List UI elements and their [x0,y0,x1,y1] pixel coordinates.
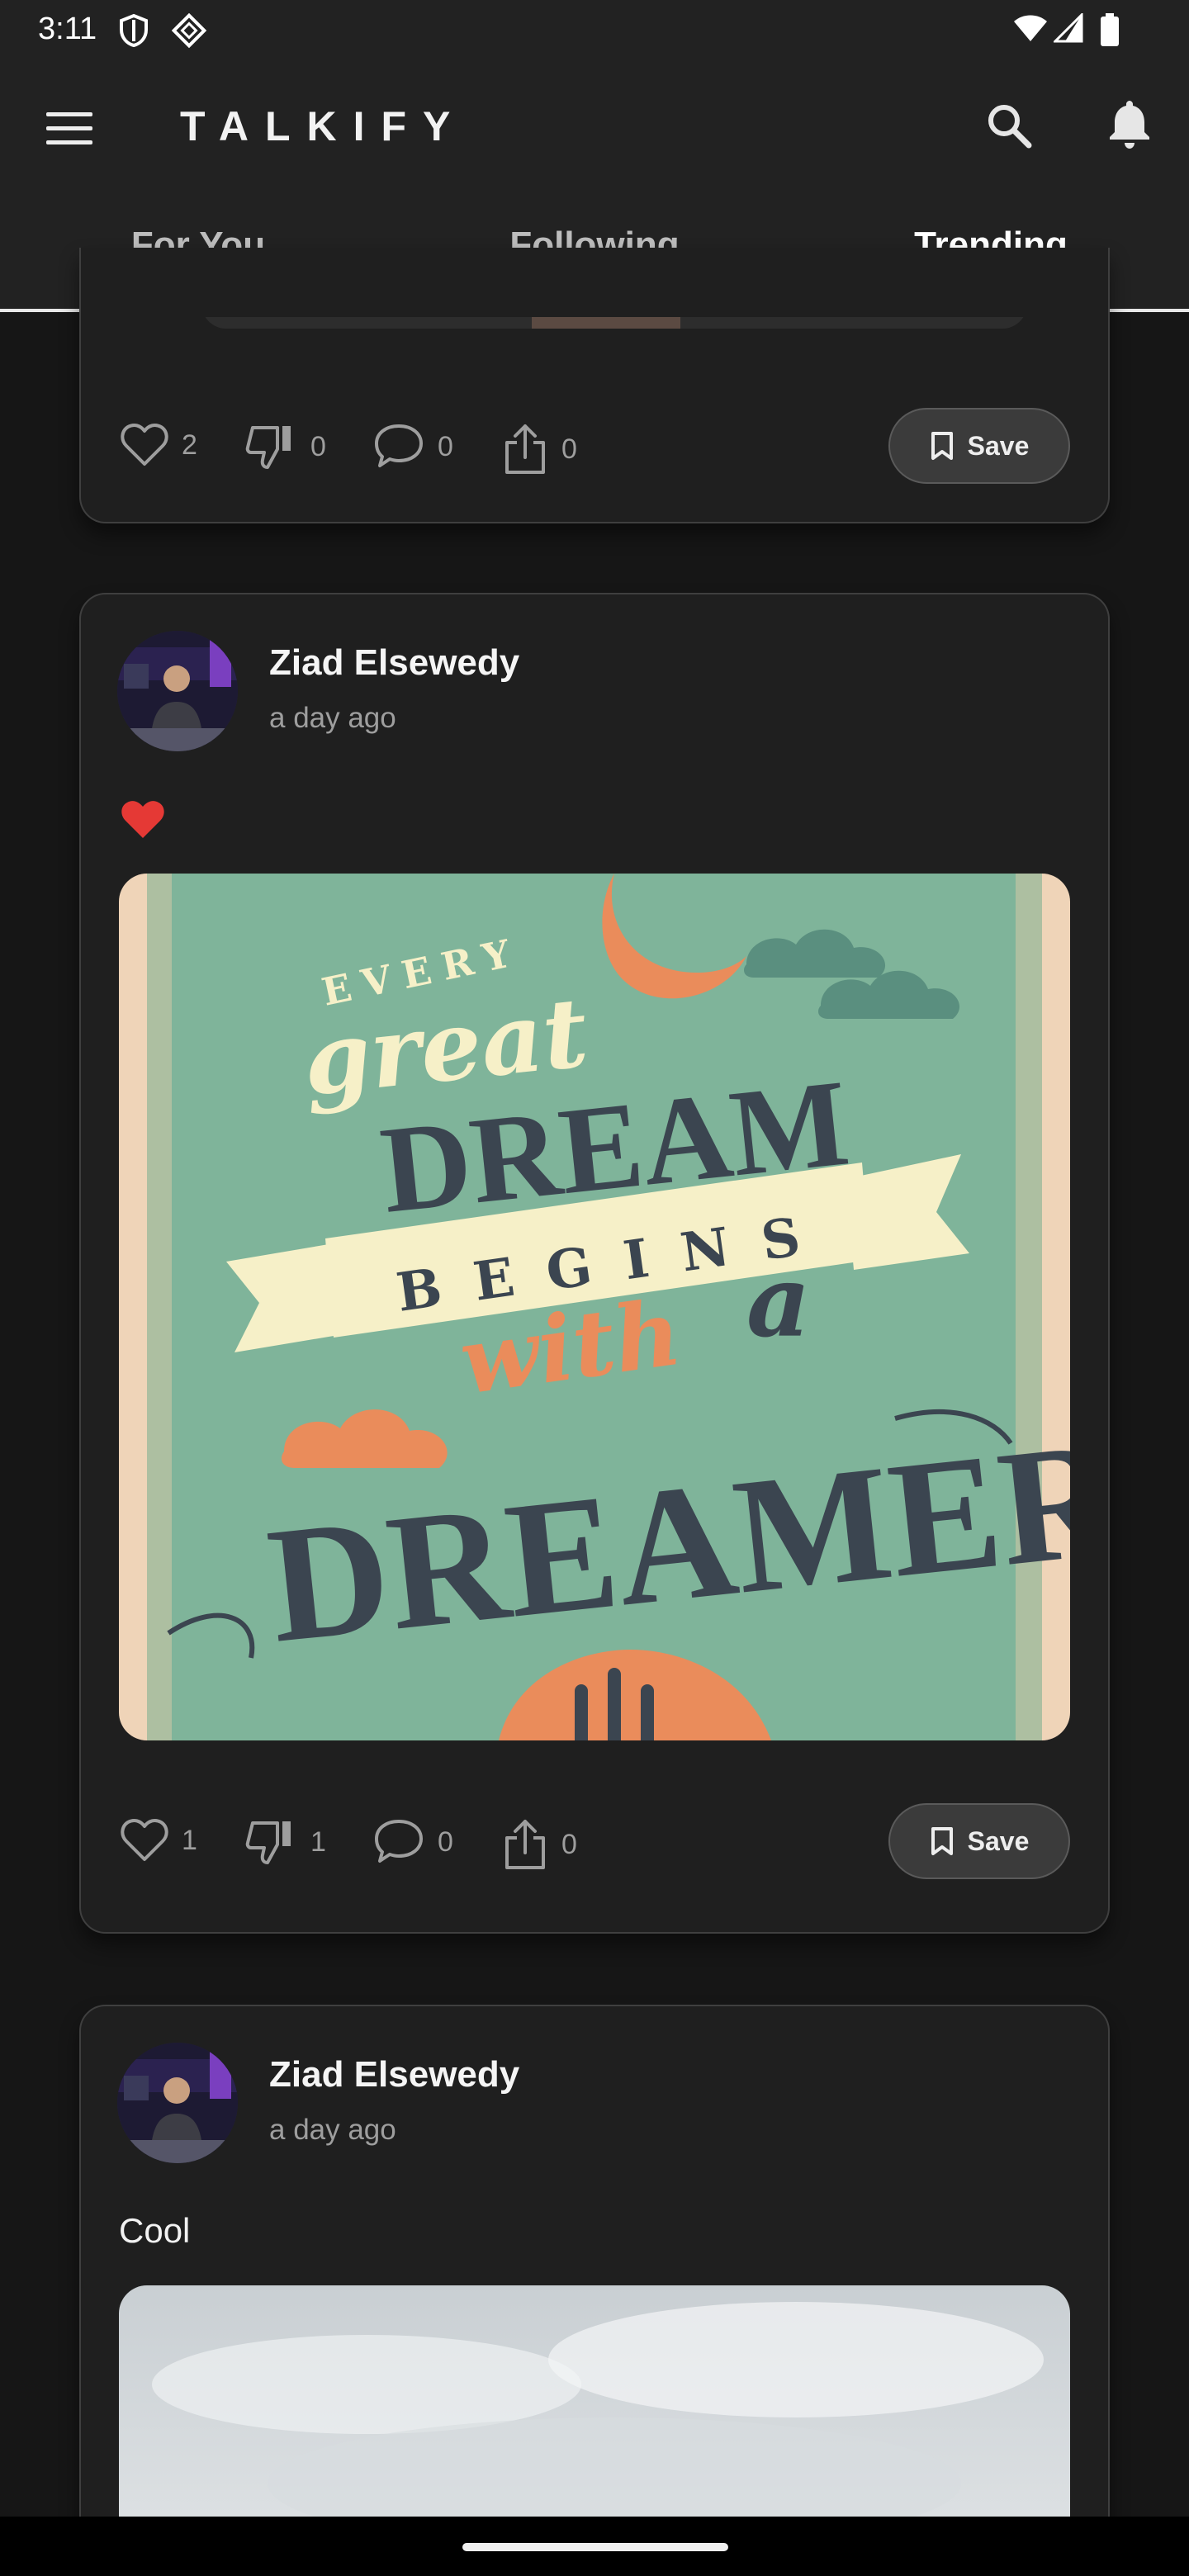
post-card: Ziad Elsewedy a day ago EVERY great DREA… [79,593,1110,1934]
share-icon [505,1820,545,1869]
comment-count: 0 [438,1825,453,1858]
bookmark-icon [931,432,953,460]
menu-icon[interactable] [46,112,92,145]
save-button[interactable]: Save [888,1803,1070,1879]
system-nav-bar [0,2517,1189,2576]
share-count: 0 [561,433,577,465]
app-title: TALKIFY [180,103,467,149]
post-time: a day ago [269,2114,396,2146]
comment-count: 0 [438,430,453,462]
comment-button[interactable]: 0 [373,423,453,471]
vpn-diamond-icon [171,13,207,49]
share-icon [505,424,545,474]
post-image[interactable]: EVERY great DREAM BEGINS with a DREAMER [119,874,1070,1740]
battery-icon [1101,13,1119,46]
save-label: Save [967,1825,1030,1856]
dislike-button[interactable]: 1 [244,1818,326,1866]
like-count: 2 [182,429,197,461]
status-bar: 3:11 [0,0,1189,59]
cell-signal-icon [1054,13,1083,43]
comment-icon [375,1820,423,1863]
bell-icon[interactable] [1106,97,1153,150]
heart-outline-icon [121,1818,168,1861]
wifi-icon [1014,15,1047,41]
post-time: a day ago [269,702,396,734]
dislike-button[interactable]: 0 [244,423,326,471]
dislike-count: 1 [310,1825,326,1858]
avatar-photo [117,631,238,751]
thumb-down-icon [245,1821,291,1864]
share-button[interactable]: 0 [502,1818,577,1871]
like-button[interactable]: 1 [121,1818,197,1863]
author-name[interactable]: Ziad Elsewedy [269,642,519,684]
avatar[interactable] [117,631,238,751]
share-count: 0 [561,1828,577,1860]
status-time: 3:11 [38,12,97,46]
post-actions: 2 0 0 0 Save [121,408,1070,484]
post-card: Ziad Elsewedy a day ago Cool [79,2005,1110,2576]
search-icon[interactable] [984,101,1034,150]
app-bar: TALKIFY [0,59,1189,192]
comment-icon [375,424,423,467]
svg-text:a: a [746,1243,811,1360]
like-count: 1 [182,1824,197,1856]
author-name[interactable]: Ziad Elsewedy [269,2054,519,2095]
poster-illustration: EVERY great DREAM BEGINS with a DREAMER [119,874,1070,1740]
save-button[interactable]: Save [888,408,1070,484]
post-text: Cool [119,2211,191,2250]
post-card: 2 0 0 0 Save [79,248,1110,523]
bookmark-icon [931,1827,953,1855]
avatar-photo [117,2043,238,2163]
save-label: Save [967,430,1030,461]
shield-icon [120,13,148,48]
thumb-down-icon [245,426,291,469]
dislike-count: 0 [310,430,326,462]
comment-button[interactable]: 0 [373,1818,453,1866]
heart-outline-icon [121,423,168,466]
share-button[interactable]: 0 [502,423,577,476]
post-image-remnant [119,317,1070,329]
avatar[interactable] [117,2043,238,2163]
like-button[interactable]: 2 [121,423,197,467]
home-gesture-pill[interactable] [462,2543,728,2551]
post-actions: 1 1 0 0 Save [121,1803,1070,1879]
heart-emoji-icon [121,801,164,838]
